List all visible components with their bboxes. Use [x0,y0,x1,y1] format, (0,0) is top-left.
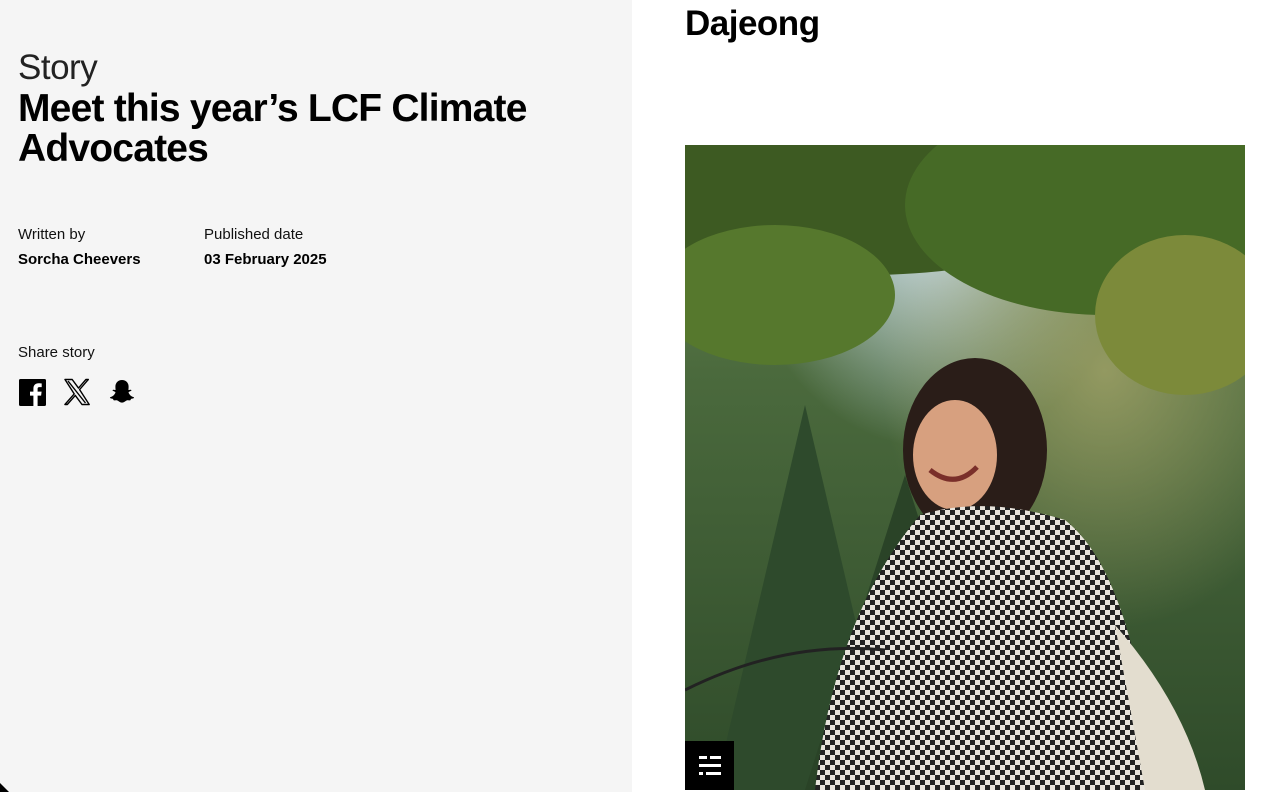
author-name: Sorcha Cheevers [18,251,141,268]
written-by-label: Written by [18,226,86,243]
published-date: 03 February 2025 [204,251,327,268]
published-label: Published date [204,226,304,243]
page-title: Meet this year’s LCF Climate Advocates [18,87,527,170]
share-icons [18,378,153,406]
author-block: Written by Sorcha Cheevers [18,226,141,269]
published-block: Published date 03 February 2025 [204,226,327,269]
story-header-panel: Story Meet this year’s LCF Climate Advoc… [0,0,632,792]
snapchat-icon[interactable] [108,378,136,406]
corner-mark [0,783,9,792]
share-label: Share story [18,344,95,361]
caption-toggle-icon [698,755,721,775]
profile-name: Dajeong [685,4,820,43]
story-kicker: Story [18,48,98,87]
facebook-icon[interactable] [18,378,46,406]
x-icon[interactable] [63,378,91,406]
caption-toggle-button[interactable] [685,741,734,790]
profile-photo [685,145,1245,790]
